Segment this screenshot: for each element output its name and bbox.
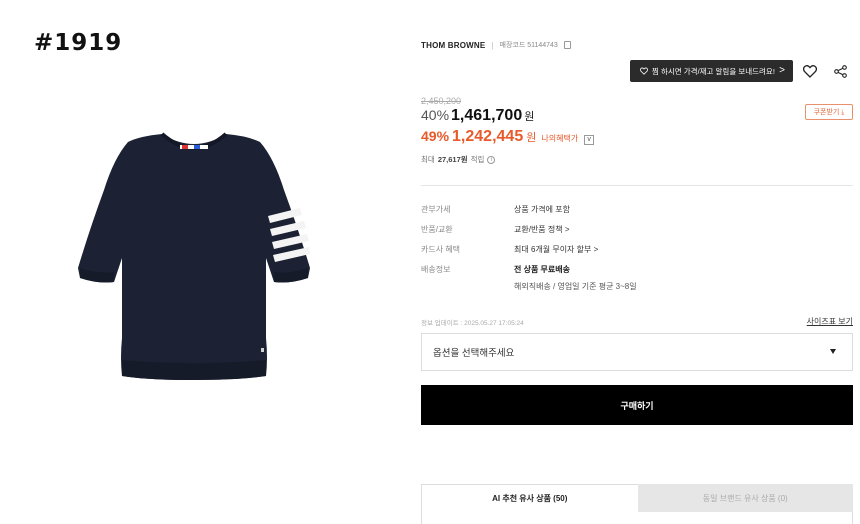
update-row: 정보 업데이트 : 2025.05.27 17:05:24 사이즈표 보기 (421, 316, 853, 327)
benefit-price-row: 49% 1,242,445 원 나의혜택가 v (421, 128, 595, 146)
shipping-info-table: 관부가세 상품 가격에 포함 반품/교환 교환/반품 정책 > 카드사 혜택 최… (421, 204, 853, 301)
update-timestamp: 정보 업데이트 : 2025.05.27 17:05:24 (421, 319, 524, 327)
divider (421, 185, 853, 186)
brand-name[interactable]: THOM BROWNE (421, 41, 485, 50)
info-label: 관부가세 (421, 205, 451, 214)
info-label: 배송정보 (421, 265, 451, 274)
free-shipping-label: 전 상품 무료배송 (514, 265, 570, 274)
overlay-label: #1919 (34, 30, 123, 56)
chevron-down-icon[interactable]: v (584, 134, 595, 145)
benefit-label: 나의혜택가 (541, 134, 579, 143)
wishlist-notify-button[interactable]: 찜 하시면 가격/재고 알림을 보내드려요! > (630, 60, 793, 82)
tab-content-area (421, 512, 853, 524)
info-icon[interactable]: i (487, 155, 496, 164)
discount-rate: 40% (421, 107, 450, 123)
size-guide-link[interactable]: 사이즈표 보기 (807, 316, 853, 327)
notify-label: 찜 하시면 가격/재고 알림을 보내드려요! (652, 66, 775, 76)
price-row: 40% 1,461,700 원 (421, 107, 534, 125)
benefit-price: 1,242,445 (452, 128, 524, 145)
product-image (70, 128, 318, 388)
buy-button[interactable]: 구매하기 (421, 385, 853, 425)
points-value: 27,617원 (437, 155, 468, 164)
caret-down-icon (830, 349, 836, 354)
option-placeholder: 옵션을 선택해주세요 (433, 348, 515, 359)
heart-icon[interactable] (799, 60, 821, 82)
info-value: 전 상품 무료배송 해외직배송 / 영업일 기준 평균 3~8일 (514, 264, 637, 292)
points-prefix: 최대 (421, 155, 435, 164)
info-row-return: 반품/교환 교환/반품 정책 > (421, 224, 853, 235)
info-label: 카드사 혜택 (421, 245, 461, 254)
currency-label: 원 (524, 111, 535, 123)
brand-separator: | (491, 40, 494, 50)
similar-products-tabs: AI 추천 유사 상품 (50) 동일 브랜드 유사 상품 (0) (421, 484, 853, 512)
product-info-panel: THOM BROWNE | 매장코드 51144743 찜 하시면 가격/재고 … (421, 0, 853, 524)
option-select[interactable]: 옵션을 선택해주세요 (421, 333, 853, 371)
card-benefit-link[interactable]: 최대 6개월 무이자 할부 > (514, 244, 598, 255)
info-row-card: 카드사 혜택 최대 6개월 무이자 할부 > (421, 244, 853, 255)
benefit-discount: 49% (421, 128, 450, 144)
coupon-button[interactable]: 쿠폰받기 ⤓ (805, 104, 853, 120)
copy-icon[interactable] (563, 41, 571, 49)
return-policy-link[interactable]: 교환/반품 정책 > (514, 224, 570, 235)
brand-row: THOM BROWNE | 매장코드 51144743 (421, 40, 571, 50)
info-row-tax: 관부가세 상품 가격에 포함 (421, 204, 853, 215)
sale-price: 1,461,700 (451, 107, 523, 124)
info-label: 반품/교환 (421, 225, 453, 234)
product-code: 매장코드 51144743 (499, 42, 558, 49)
info-value: 상품 가격에 포함 (514, 205, 570, 214)
tab-ai-recommended[interactable]: AI 추천 유사 상품 (50) (421, 484, 638, 512)
points-suffix: 적립 (470, 155, 485, 164)
heart-small-icon (640, 67, 648, 75)
points-info: 최대 27,617원 적립 i (421, 154, 496, 165)
benefit-currency: 원 (526, 132, 537, 144)
shipping-detail: 해외직배송 / 영업일 기준 평균 3~8일 (514, 282, 637, 291)
share-icon[interactable] (829, 60, 851, 82)
tab-same-brand[interactable]: 동일 브랜드 유사 상품 (0) (637, 484, 853, 512)
original-price: 2,450,200 (421, 96, 462, 106)
info-row-shipping: 배송정보 전 상품 무료배송 해외직배송 / 영업일 기준 평균 3~8일 (421, 264, 853, 292)
chevron-right-icon: > (779, 65, 785, 76)
